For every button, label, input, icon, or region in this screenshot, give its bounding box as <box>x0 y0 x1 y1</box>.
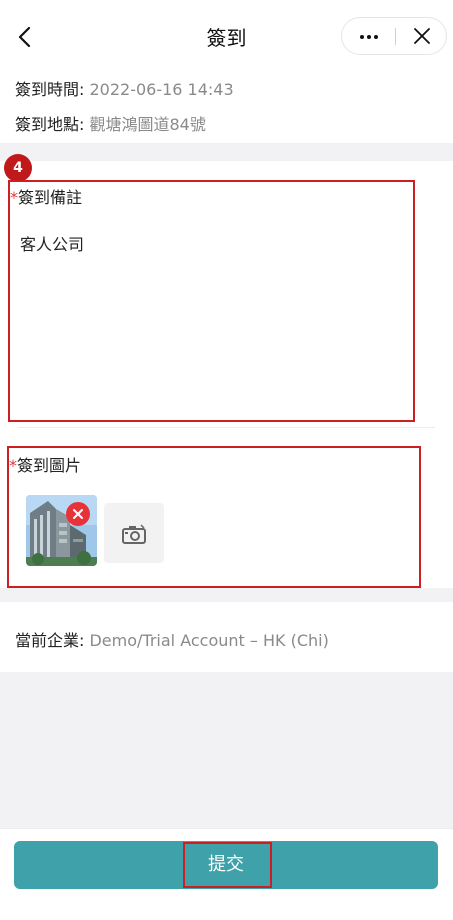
divider <box>18 427 435 428</box>
submit-highlight-box <box>183 842 272 888</box>
more-dots-icon <box>360 35 378 39</box>
photo-label-text: 簽到圖片 <box>17 456 82 475</box>
miniapp-capsule <box>341 17 447 55</box>
checkin-time-value: 2022-06-16 14:43 <box>89 80 234 99</box>
remark-label: *簽到備註 <box>10 184 82 208</box>
remark-highlight-box <box>8 180 415 422</box>
checkin-time-row: 簽到時間: 2022-06-16 14:43 <box>15 76 234 100</box>
company-label: 當前企業: <box>15 631 90 650</box>
section-separator <box>0 588 453 602</box>
close-button[interactable] <box>396 18 447 54</box>
camera-icon <box>122 524 146 544</box>
remove-photo-button[interactable] <box>66 502 90 526</box>
add-photo-button[interactable] <box>104 503 164 563</box>
remark-label-text: 簽到備註 <box>18 188 83 207</box>
section-separator <box>0 143 453 161</box>
current-company-row: 當前企業: Demo/Trial Account – HK (Chi) <box>15 627 329 651</box>
checkin-place-row: 簽到地點: 觀塘鴻圖道84號 <box>15 111 206 135</box>
company-value: Demo/Trial Account – HK (Chi) <box>89 631 329 650</box>
close-icon <box>414 28 430 44</box>
step-badge: 4 <box>4 154 32 182</box>
checkin-time-label: 簽到時間: <box>15 80 90 99</box>
more-button[interactable] <box>342 18 395 54</box>
empty-area <box>0 672 453 828</box>
required-mark: * <box>9 456 17 475</box>
required-mark: * <box>10 188 18 207</box>
checkin-place-label: 簽到地點: <box>15 115 90 134</box>
remove-x-icon <box>73 509 83 519</box>
nav-header: 簽到 <box>0 0 453 72</box>
remark-textarea[interactable]: 客人公司 <box>20 231 84 255</box>
checkin-place-value: 觀塘鴻圖道84號 <box>89 115 206 134</box>
photo-label: *簽到圖片 <box>9 452 81 476</box>
